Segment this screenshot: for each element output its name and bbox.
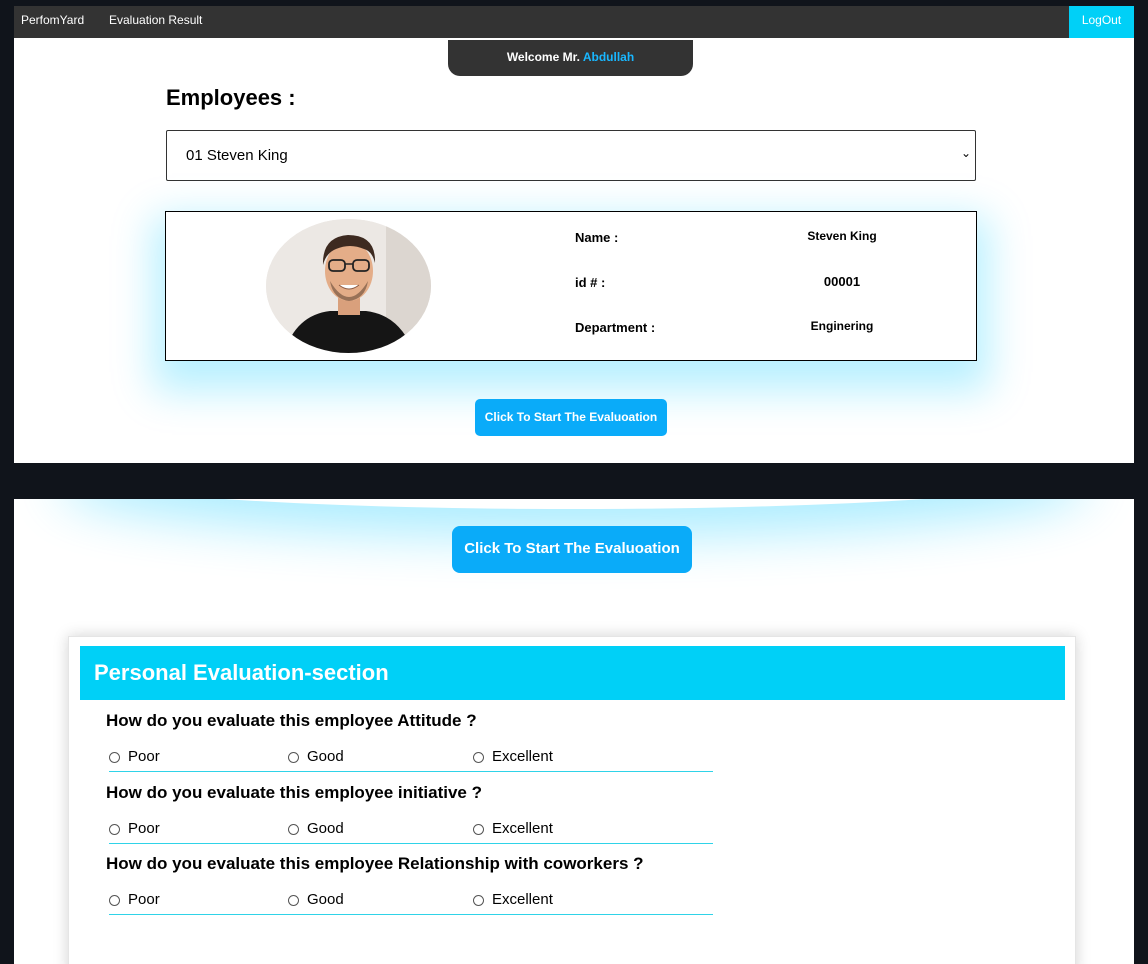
- welcome-banner: Welcome Mr. Abdullah: [448, 40, 693, 76]
- answer-options-initiative: Poor Good Excellent: [109, 819, 713, 844]
- radio-button[interactable]: [473, 752, 484, 763]
- radio-button[interactable]: [288, 752, 299, 763]
- welcome-username: Abdullah: [582, 50, 635, 64]
- name-value: Steven King: [807, 229, 877, 243]
- question-attitude: How do you evaluate this employee Attitu…: [106, 711, 477, 730]
- employee-select[interactable]: 01 Steven King ⌄: [166, 130, 976, 181]
- personal-evaluation-card: Personal Evaluation-section How do you e…: [68, 636, 1076, 964]
- employees-heading: Employees :: [166, 85, 296, 110]
- radio-button[interactable]: [288, 824, 299, 835]
- option-label: Poor: [128, 748, 160, 765]
- question-initiative: How do you evaluate this employee initia…: [106, 783, 482, 802]
- top-glow: [74, 499, 1074, 509]
- radio-button[interactable]: [288, 895, 299, 906]
- radio-button[interactable]: [109, 895, 120, 906]
- answer-options-attitude: Poor Good Excellent: [109, 747, 713, 772]
- option-label: Poor: [128, 891, 160, 908]
- avatar: [266, 219, 431, 353]
- logout-button[interactable]: LogOut: [1069, 6, 1134, 38]
- evaluation-result-link[interactable]: Evaluation Result: [109, 6, 202, 38]
- option-label: Good: [307, 891, 344, 908]
- section-header: Personal Evaluation-section: [80, 646, 1065, 700]
- id-label: id # :: [575, 275, 606, 290]
- evaluation-panel: Click To Start The Evaluoation Personal …: [14, 499, 1134, 964]
- option-label: Excellent: [492, 820, 553, 837]
- option-label: Good: [307, 820, 344, 837]
- employee-profile-card: Name : Steven King id # : 00001 Departme…: [165, 211, 977, 361]
- chevron-down-icon: ⌄: [960, 146, 971, 160]
- top-navbar: PerfomYard Evaluation Result LogOut: [14, 6, 1134, 38]
- option-label: Excellent: [492, 891, 553, 908]
- employee-select-value: 01 Steven King: [186, 147, 288, 164]
- radio-button[interactable]: [473, 824, 484, 835]
- start-evaluation-button[interactable]: Click To Start The Evaluoation: [475, 399, 667, 436]
- radio-button[interactable]: [109, 824, 120, 835]
- radio-button[interactable]: [473, 895, 484, 906]
- department-value: Enginering: [810, 319, 874, 333]
- start-evaluation-button-large[interactable]: Click To Start The Evaluoation: [452, 526, 692, 573]
- employee-panel: Welcome Mr. Abdullah Employees : 01 Stev…: [14, 38, 1134, 463]
- id-value: 00001: [823, 274, 861, 289]
- option-label: Poor: [128, 820, 160, 837]
- department-label: Department :: [575, 320, 656, 335]
- section-title: Personal Evaluation-section: [94, 660, 389, 685]
- name-label: Name :: [575, 230, 619, 245]
- question-relationship: How do you evaluate this employee Relati…: [106, 854, 644, 873]
- brand-link[interactable]: PerfomYard: [21, 6, 84, 38]
- avatar-image: [266, 219, 431, 353]
- welcome-prefix: Welcome Mr.: [506, 50, 580, 64]
- option-label: Good: [307, 748, 344, 765]
- answer-options-relationship: Poor Good Excellent: [109, 890, 713, 915]
- radio-button[interactable]: [109, 752, 120, 763]
- option-label: Excellent: [492, 748, 553, 765]
